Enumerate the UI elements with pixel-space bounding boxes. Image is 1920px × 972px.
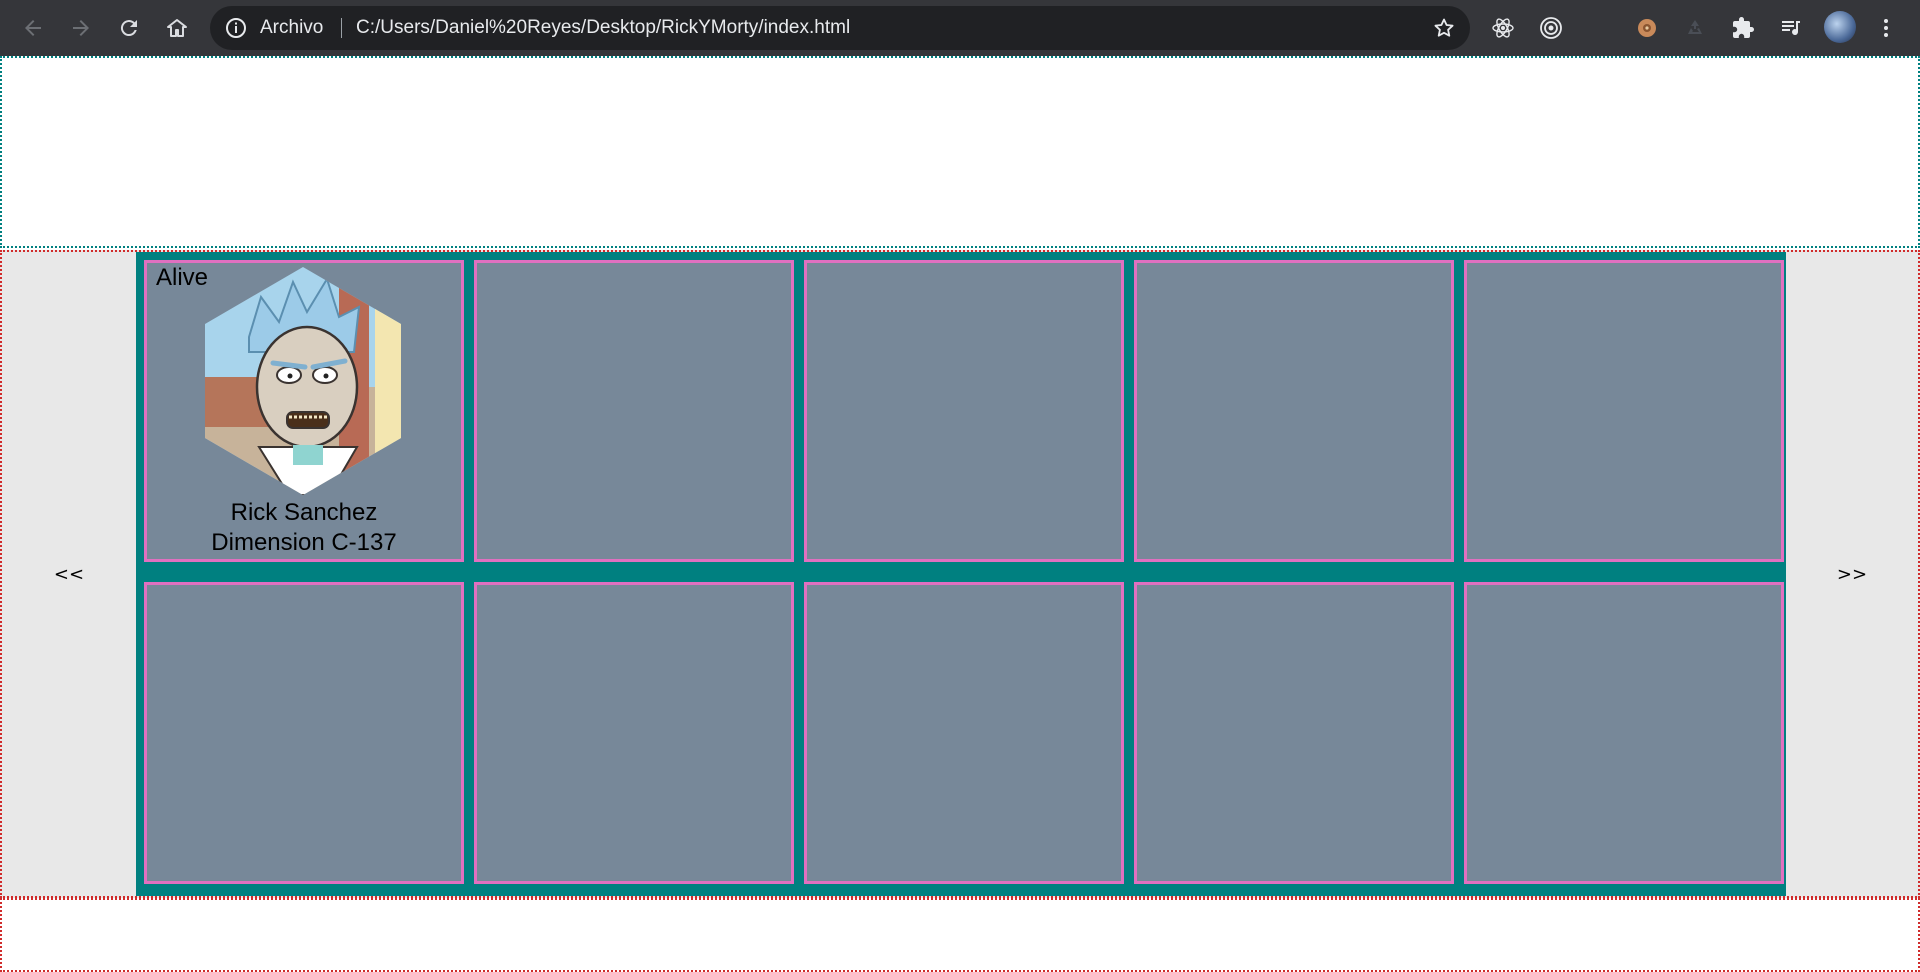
- character-card[interactable]: [1134, 260, 1454, 562]
- character-grid: Alive Rick Sanchez Dimension C-137: [136, 252, 1786, 896]
- forward-button[interactable]: [63, 10, 99, 46]
- character-card[interactable]: [1464, 582, 1784, 884]
- page-info-label[interactable]: Archivo: [260, 6, 323, 50]
- character-card[interactable]: [1464, 260, 1784, 562]
- url-text[interactable]: C:/Users/Daniel%20Reyes/Desktop/RickYMor…: [356, 6, 850, 50]
- next-page-button[interactable]: >>: [1786, 252, 1918, 896]
- reload-button[interactable]: [111, 10, 147, 46]
- character-card[interactable]: [144, 582, 464, 884]
- browser-toolbar: Archivo C:/Users/Daniel%20Reyes/Desktop/…: [0, 0, 1920, 56]
- target-icon: [1540, 17, 1562, 39]
- page-header-area: [0, 56, 1920, 248]
- target-extension[interactable]: [1537, 14, 1565, 42]
- character-portrait: [205, 267, 401, 495]
- address-bar[interactable]: Archivo C:/Users/Daniel%20Reyes/Desktop/…: [210, 6, 1470, 50]
- home-icon: [167, 19, 187, 37]
- playlist-music-icon: [1782, 21, 1800, 36]
- info-icon[interactable]: [224, 16, 248, 40]
- media-control-button[interactable]: [1777, 14, 1805, 42]
- arrow-right-icon: [73, 20, 89, 36]
- character-origin: Dimension C-137: [211, 529, 397, 556]
- puzzle-piece-icon: [1733, 17, 1754, 38]
- previous-page-button[interactable]: <<: [2, 252, 136, 896]
- gear-cookie-icon: [1638, 19, 1656, 37]
- reload-icon: [120, 20, 137, 37]
- bookmark-star-icon[interactable]: [1432, 16, 1456, 40]
- character-section: << Alive Rick Sanchez Dimension C-137 >>: [0, 250, 1920, 898]
- back-button[interactable]: [15, 10, 51, 46]
- character-name: Rick Sanchez: [230, 499, 378, 526]
- character-card[interactable]: [1134, 582, 1454, 884]
- arrow-left-icon: [25, 20, 41, 36]
- extensions-button[interactable]: [1729, 14, 1757, 42]
- profile-avatar[interactable]: [1824, 11, 1856, 43]
- react-icon: [1492, 18, 1514, 38]
- browser-menu-button[interactable]: [1872, 14, 1900, 42]
- character-card[interactable]: [804, 260, 1124, 562]
- character-card[interactable]: [474, 582, 794, 884]
- character-card[interactable]: [804, 582, 1124, 884]
- recycle-icon: [1688, 20, 1702, 34]
- recycle-extension[interactable]: [1681, 14, 1709, 42]
- omnibox-divider: [341, 18, 342, 38]
- react-devtools-extension[interactable]: [1489, 14, 1517, 42]
- home-button[interactable]: [159, 10, 195, 46]
- page-footer-area: [0, 898, 1920, 972]
- cookie-extension[interactable]: [1633, 14, 1661, 42]
- character-name-block: Rick Sanchez Dimension C-137: [147, 498, 461, 558]
- character-card[interactable]: [474, 260, 794, 562]
- more-vertical-icon: [1884, 19, 1888, 37]
- character-card[interactable]: Alive Rick Sanchez Dimension C-137: [144, 260, 464, 562]
